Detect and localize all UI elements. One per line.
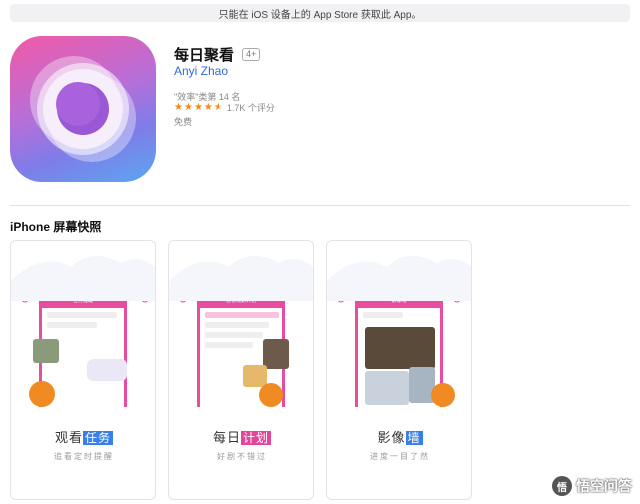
screenshot-caption: 影像墙 — [327, 427, 471, 446]
screenshot-subtitle: 进度一目了然 — [370, 452, 430, 461]
poster-thumb — [243, 365, 267, 387]
cloud-shape — [169, 256, 313, 301]
section-divider — [10, 205, 630, 206]
developer-link[interactable]: Anyi Zhao — [174, 64, 228, 78]
wukong-icon: 悟 — [552, 476, 572, 496]
watermark-text: 悟空问答 — [576, 478, 632, 494]
screenshot-2[interactable]: ★ + 追看观影计划 每日计划 好剧不错过 — [168, 240, 314, 500]
screenshot-caption: 每日 计划 — [169, 427, 313, 446]
screenshot-caption: 观看 任务 — [11, 427, 155, 446]
star-icon: ★ — [203, 101, 213, 113]
clock-icon — [29, 381, 55, 407]
poster-thumb — [365, 327, 435, 369]
poster-thumb — [263, 339, 289, 369]
age-rating-badge: 4+ — [242, 48, 261, 61]
star-icon: ★ — [183, 101, 193, 113]
film-icon — [431, 383, 455, 407]
star-icon: ★ — [193, 101, 203, 113]
caption-plain: 每日 — [212, 430, 241, 445]
half-star-icon: ★ — [213, 101, 223, 113]
screenshot-1[interactable]: + ★ 任务提醒 观看任务 追看定时提醒 — [10, 240, 156, 500]
banner-text: 只能在 iOS 设备上的 App Store 获取此 App。 — [218, 9, 422, 21]
cloud-shape — [11, 256, 155, 301]
screenshot-3[interactable]: ★ + 影像墙 影像墙 进度一目了然 — [326, 240, 472, 500]
caption-highlight: 墙 — [405, 431, 423, 445]
watermark: 悟 悟空问答 — [552, 476, 632, 496]
poster-thumb — [33, 339, 59, 363]
caption-highlight: 任务 — [83, 431, 114, 445]
ios-only-banner: 只能在 iOS 设备上的 App Store 获取此 App。 — [10, 4, 630, 22]
caption-highlight: 计划 — [241, 431, 272, 445]
chat-bubble-icon — [87, 359, 127, 381]
caption-plain: 影像 — [377, 430, 406, 445]
rating-count: 1.7K 个评分 — [226, 103, 275, 113]
calendar-icon — [259, 383, 283, 407]
caption-plain: 观看 — [54, 430, 83, 445]
app-title: 每日聚看 — [174, 47, 235, 64]
poster-thumb — [365, 371, 409, 405]
screenshot-subtitle: 好剧不错过 — [217, 452, 267, 461]
cloud-shape — [327, 256, 471, 301]
rating-row: ★ ★ ★ ★ ★ 1.7K 个评分 — [174, 101, 275, 114]
screenshots-heading: iPhone 屏幕快照 — [10, 220, 102, 234]
star-rating: ★ ★ ★ ★ ★ — [174, 102, 223, 114]
app-icon — [10, 36, 156, 182]
star-icon: ★ — [174, 101, 183, 113]
screenshot-subtitle: 追看定时提醒 — [54, 452, 114, 461]
price-label: 免费 — [174, 117, 193, 127]
